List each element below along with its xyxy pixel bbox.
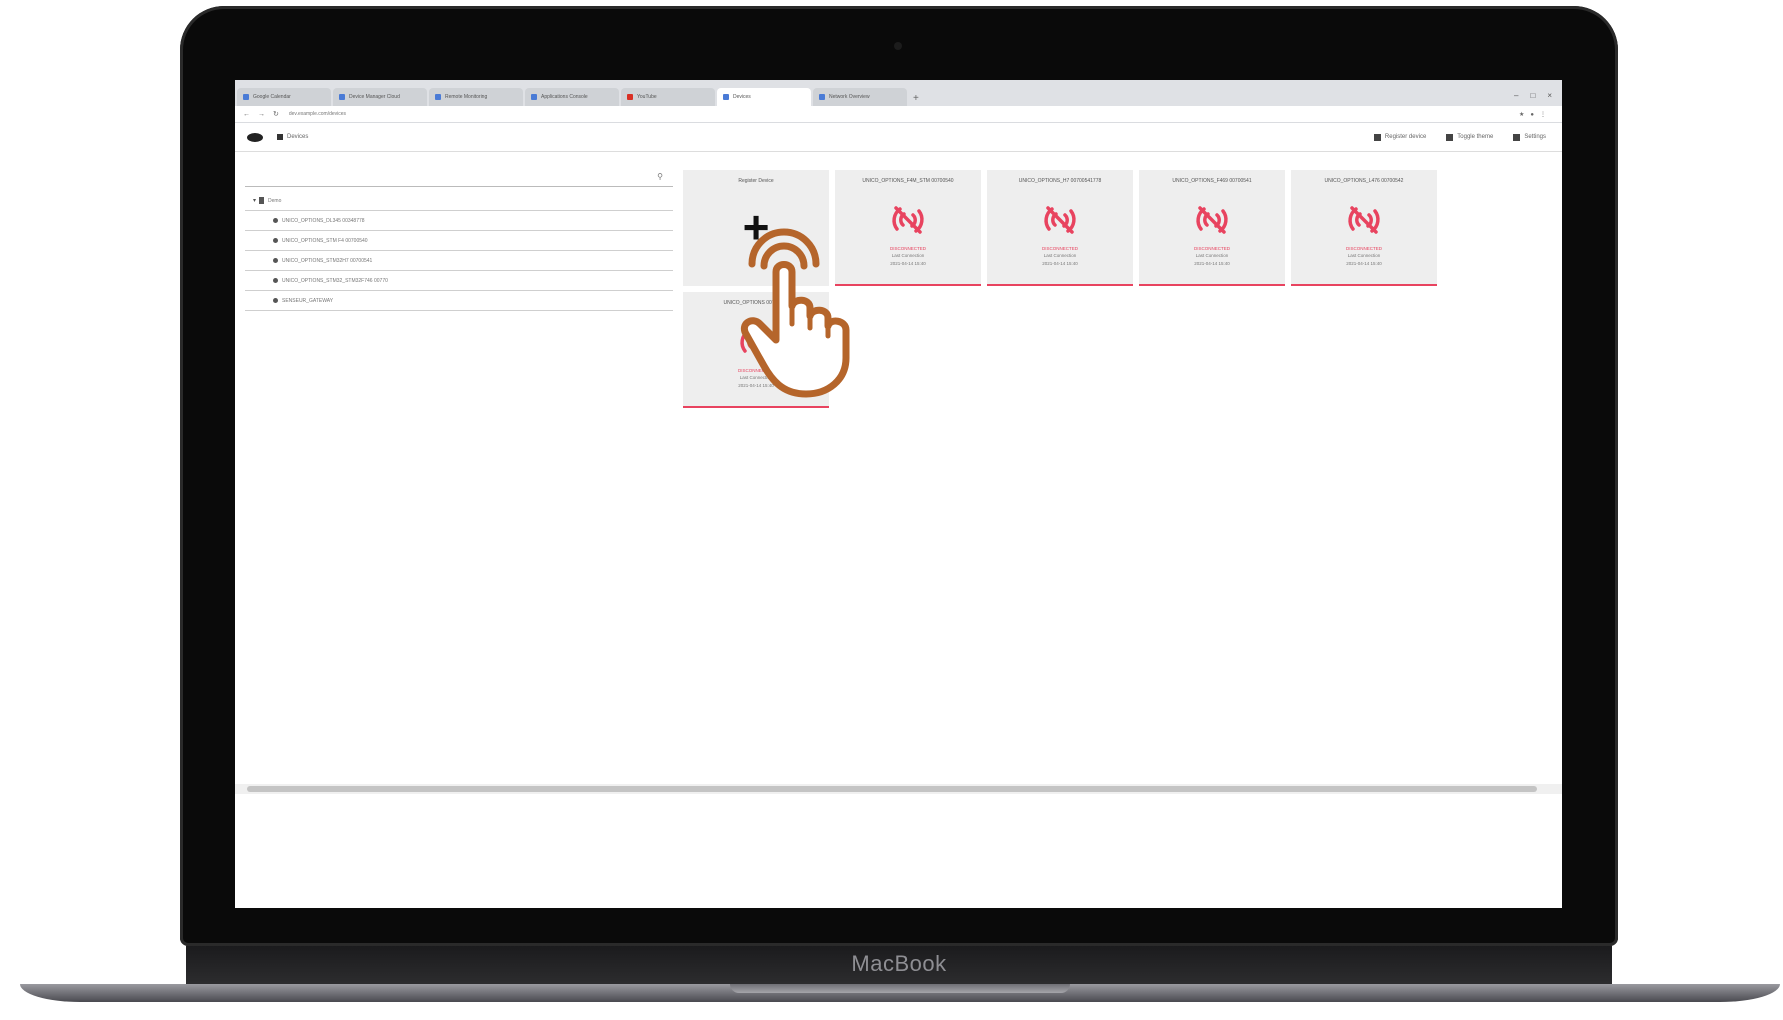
maximize-icon[interactable]: □ (1530, 91, 1535, 100)
breadcrumb-label: Devices (287, 134, 309, 140)
page-icon (531, 94, 537, 100)
forward-icon[interactable]: → (258, 111, 265, 118)
page-icon (723, 94, 729, 100)
url-field[interactable]: dev.example.com/devices (289, 111, 346, 117)
camera-icon (894, 42, 902, 50)
device-dot-icon (273, 238, 278, 243)
status-label: DISCONNECTED (1345, 246, 1382, 251)
address-bar: ← → ↻ dev.example.com/devices ★●⋮ (235, 106, 1562, 123)
card-info: 2021-04-14 15:40 (1042, 260, 1078, 266)
signal-off-icon (1044, 206, 1076, 234)
screen: Google Calendar Device Manager Cloud Rem… (235, 80, 1562, 908)
pointer-hand-icon (741, 228, 850, 398)
tree-item[interactable]: SENSEUR_GATEWAY (245, 291, 673, 311)
tree-root[interactable]: ▾ Demo (245, 191, 673, 211)
browser-tab-bar: Google Calendar Device Manager Cloud Rem… (235, 80, 1562, 106)
device-card[interactable]: UNICO_OPTIONS_L476 00700542 DISCONNECTED… (1291, 170, 1437, 286)
tree-item-label: UNICO_OPTIONS_DL345 00348778 (282, 217, 365, 224)
new-tab-button[interactable]: + (913, 93, 919, 106)
app-header: Devices Register device Toggle theme Set… (235, 123, 1562, 152)
header-action-label: Toggle theme (1457, 134, 1494, 140)
tree-item-label: UNICO_OPTIONS_STM32H7 00700541 (282, 257, 373, 264)
card-info: 2021-04-14 15:40 (1346, 260, 1382, 266)
device-dot-icon (273, 298, 278, 303)
breadcrumb[interactable]: Devices (277, 134, 308, 140)
tab-label: Network Overview (829, 94, 870, 100)
tab-label: Remote Monitoring (445, 94, 488, 100)
device-dot-icon (273, 218, 278, 223)
tree-item[interactable]: UNICO_OPTIONS_DL345 00348778 (245, 211, 673, 231)
browser-menu-icon[interactable]: ★●⋮ (1519, 111, 1552, 118)
tab-label: Google Calendar (253, 94, 291, 100)
page-icon (819, 94, 825, 100)
device-card[interactable]: UNICO_OPTIONS_F469 00700541 DISCONNECTED… (1139, 170, 1285, 286)
chevron-down-icon[interactable]: ▾ (253, 197, 256, 204)
tree-search-input[interactable] (245, 168, 633, 188)
minimize-icon[interactable]: – (1514, 91, 1518, 100)
register-device-button[interactable]: Register device (1373, 133, 1427, 141)
browser-tab[interactable]: Google Calendar (237, 88, 331, 106)
tree-item[interactable]: UNICO_OPTIONS_STM F4 00700540 (245, 231, 673, 251)
device-tree: ⚲ ▾ Demo UNICO_OPTIONS_DL345 00348778 UN… (245, 166, 673, 311)
reload-icon[interactable]: ↻ (273, 110, 279, 118)
browser-tab-active[interactable]: Devices (717, 88, 811, 106)
close-icon[interactable]: × (1547, 91, 1552, 100)
tree-search: ⚲ (245, 166, 673, 188)
signal-off-icon (892, 206, 924, 234)
home-icon (277, 134, 283, 140)
signal-off-icon (1348, 206, 1380, 234)
card-title: UNICO_OPTIONS_H7 00700541778 (1018, 178, 1102, 184)
card-info: Last Connection (1347, 253, 1381, 258)
page-icon (243, 94, 249, 100)
card-info: Last Connection (1043, 253, 1077, 258)
page-icon (435, 94, 441, 100)
user-icon (259, 197, 265, 204)
tree-item[interactable]: UNICO_OPTIONS_STM32_STM32F746 00770 (245, 271, 673, 291)
tree-item[interactable]: UNICO_OPTIONS_STM32H7 00700541 (245, 251, 673, 271)
laptop-chin: MacBook (186, 946, 1612, 984)
status-label: DISCONNECTED (1041, 246, 1078, 251)
tab-label: Device Manager Cloud (349, 94, 400, 100)
browser-tab[interactable]: Device Manager Cloud (333, 88, 427, 106)
tree-item-label: UNICO_OPTIONS_STM F4 00700540 (282, 237, 368, 244)
browser-tab[interactable]: Network Overview (813, 88, 907, 106)
header-actions: Register device Toggle theme Settings (1373, 133, 1546, 141)
status-label: DISCONNECTED (1193, 246, 1230, 251)
back-icon[interactable]: ← (243, 111, 250, 118)
settings-button[interactable]: Settings (1513, 133, 1546, 141)
device-card[interactable]: UNICO_OPTIONS_H7 00700541778 DISCONNECTE… (987, 170, 1133, 286)
card-title: Register Device (738, 178, 774, 184)
tab-label: Applications Console (541, 94, 588, 100)
laptop-hinge-notch (730, 984, 1070, 993)
gear-icon (1513, 133, 1521, 141)
signal-off-icon (1196, 206, 1228, 234)
search-icon[interactable]: ⚲ (657, 172, 663, 181)
card-info: Last Connection (1195, 253, 1229, 258)
horizontal-scrollbar[interactable] (235, 784, 1562, 794)
device-dot-icon (273, 278, 278, 283)
card-info: 2021-04-14 15:40 (1194, 260, 1230, 266)
card-title: UNICO_OPTIONS_F469 00700541 (1172, 178, 1252, 184)
device-dot-icon (273, 258, 278, 263)
browser-tab[interactable]: Remote Monitoring (429, 88, 523, 106)
device-icon (1373, 133, 1381, 141)
tree-root-label: Demo (268, 197, 282, 204)
tree-item-label: SENSEUR_GATEWAY (282, 297, 334, 304)
card-title: UNICO_OPTIONS_F4M_STM 00700540 (862, 178, 954, 184)
tab-label: YouTube (637, 94, 657, 100)
browser-tab[interactable]: Applications Console (525, 88, 619, 106)
tree-item-label: UNICO_OPTIONS_STM32_STM32F746 00770 (282, 277, 388, 284)
page-icon (339, 94, 345, 100)
grid-icon (1446, 133, 1454, 141)
header-action-label: Settings (1524, 134, 1546, 140)
tab-label: Devices (733, 94, 751, 100)
card-title: UNICO_OPTIONS_L476 00700542 (1324, 178, 1404, 184)
app-logo[interactable] (247, 132, 263, 142)
header-action-label: Register device (1384, 134, 1427, 140)
browser-tab[interactable]: YouTube (621, 88, 715, 106)
scrollbar-thumb[interactable] (247, 786, 1537, 792)
video-icon (627, 94, 633, 100)
toggle-theme-button[interactable]: Toggle theme (1446, 133, 1494, 141)
window-controls: – □ × (1514, 91, 1562, 106)
